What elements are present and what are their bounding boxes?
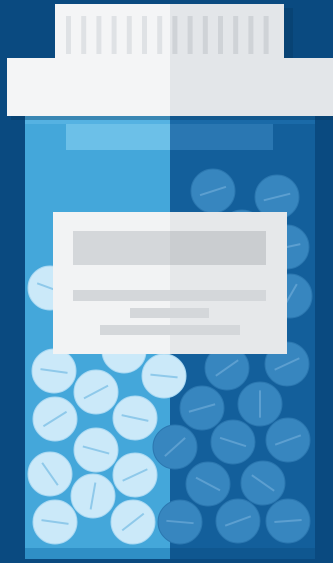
pill: [112, 452, 158, 498]
pill: [31, 348, 77, 394]
pill: [185, 461, 231, 507]
bottle-cap: [7, 4, 333, 120]
pill: [141, 353, 187, 399]
cap-ridge: [202, 16, 208, 54]
bottle-base-right: [170, 548, 315, 559]
pill-bottle-illustration: [0, 0, 333, 563]
cap-ridge: [233, 16, 239, 54]
neck-highlight-left: [66, 124, 170, 150]
cap-band-right: [170, 58, 333, 116]
cap-ridge: [218, 16, 223, 54]
pill: [157, 499, 203, 545]
label-line-1: [73, 290, 266, 301]
label-title-bar-shade: [170, 231, 266, 265]
pill: [179, 385, 225, 431]
label-line-3: [100, 325, 240, 335]
pill-bottle-art: [0, 0, 333, 563]
label-line-2: [130, 308, 209, 318]
pill: [27, 451, 73, 497]
neck-highlight-right: [170, 124, 273, 150]
cap-ridge: [187, 16, 193, 54]
pill: [32, 396, 78, 442]
cap-ridge: [157, 16, 163, 54]
pill: [73, 427, 119, 473]
cap-ridge: [142, 16, 147, 54]
cap-ridge: [81, 16, 87, 54]
prescription-label: [53, 212, 287, 354]
pill: [112, 395, 158, 441]
pill: [237, 381, 283, 427]
cap-ridge: [66, 16, 71, 54]
pill: [190, 168, 236, 214]
cap-ridge: [126, 16, 132, 54]
bottle-base-left: [25, 548, 170, 559]
cap-band-left: [7, 58, 170, 116]
pill: [152, 424, 198, 470]
cap-ridge: [96, 16, 102, 54]
cap-ridge: [263, 16, 269, 54]
pill: [32, 499, 78, 545]
pill: [70, 473, 116, 519]
cap-ridge: [248, 16, 254, 54]
pill: [265, 498, 311, 544]
pill: [215, 498, 261, 544]
pill: [240, 460, 286, 506]
pill: [110, 499, 156, 545]
pill: [73, 369, 119, 415]
pill: [265, 417, 311, 463]
pill: [210, 419, 256, 465]
cap-ridge: [172, 16, 178, 54]
cap-ridge: [111, 16, 117, 54]
